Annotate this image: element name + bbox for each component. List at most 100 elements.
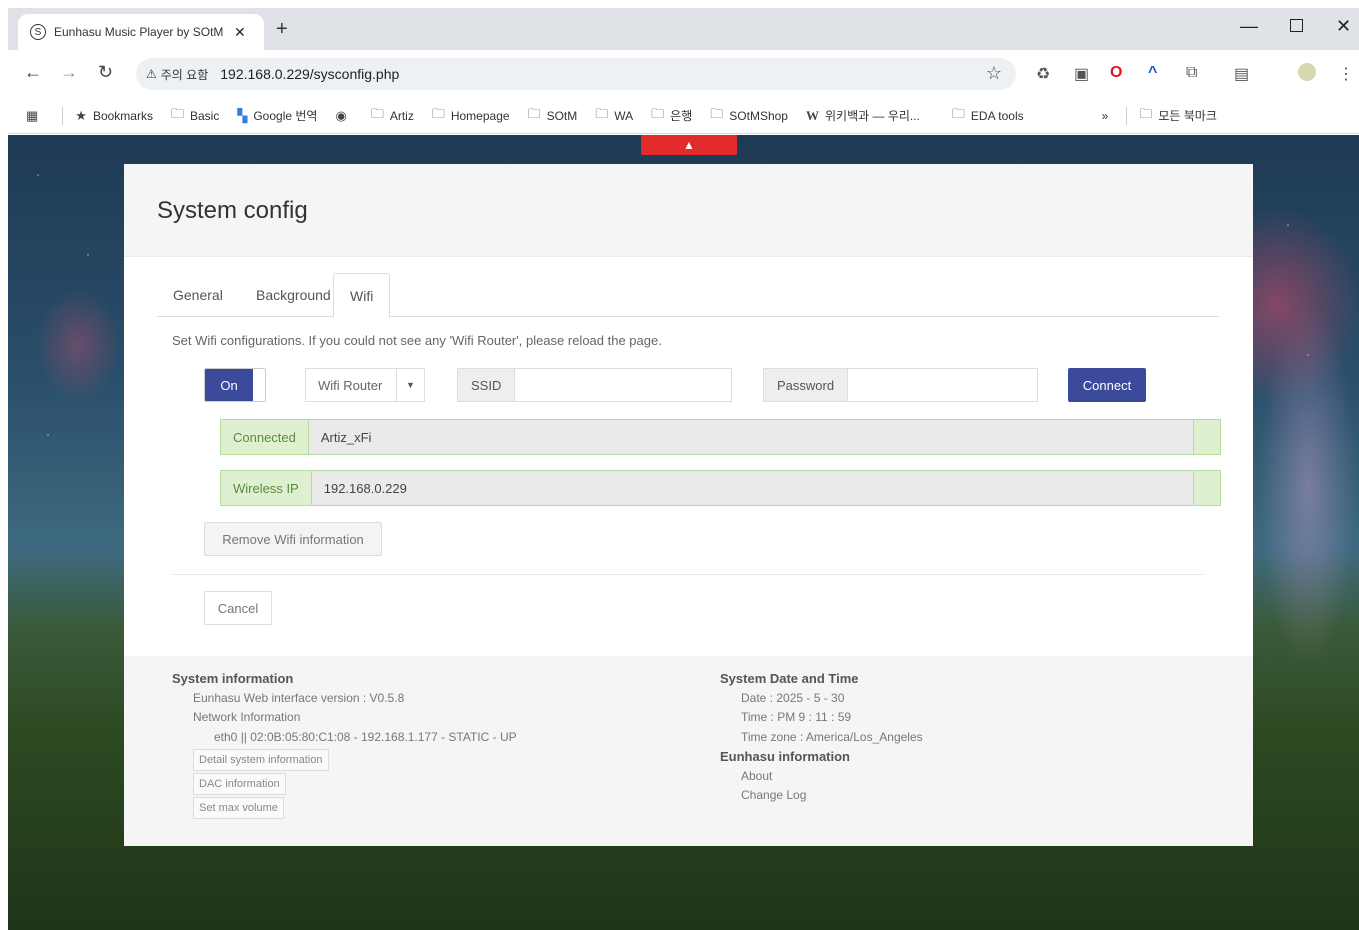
bookmark-item-11[interactable]: 🗀 EDA tools (952, 105, 1024, 127)
system-config-panel: System config General Background Wifi Se… (124, 164, 1253, 846)
url-text[interactable]: 192.168.0.229/sysconfig.php (220, 66, 399, 82)
extensions-puzzle-icon[interactable]: ⧉ (1186, 64, 1197, 82)
bookmark-item-5[interactable]: 🗀 Homepage (432, 105, 510, 127)
bookmark-item-4[interactable]: 🗀 Artiz (371, 105, 414, 127)
reload-icon[interactable]: ↻ (98, 62, 113, 83)
bookmark-item-2[interactable]: ▚ Google 번역 (237, 107, 317, 124)
connected-value: Artiz_xFi (309, 420, 1194, 454)
web-interface-version: Eunhasu Web interface version : V0.5.8 (193, 690, 405, 705)
folder-icon: 🗀 (431, 105, 445, 121)
more-bookmarks-button[interactable]: » (1102, 109, 1109, 123)
eunhasu-information-heading: Eunhasu information (720, 749, 850, 764)
sotm-favicon-icon: S (30, 24, 46, 40)
folder-icon: 🗀 (1139, 105, 1153, 121)
warning-triangle-icon: ⚠ (146, 67, 157, 81)
wifi-on-toggle[interactable]: On (204, 368, 266, 402)
minimize-icon[interactable]: — (1240, 16, 1258, 37)
dac-information-button[interactable]: DAC information (193, 773, 286, 795)
tab-general[interactable]: General (157, 273, 239, 317)
bookmark-item-8[interactable]: 🗀 은행 (651, 105, 692, 127)
ssid-input[interactable] (515, 369, 726, 401)
new-tab-button[interactable]: + (276, 18, 288, 41)
folder-icon: 🗀 (527, 105, 541, 121)
wifi-router-select[interactable]: Wifi Router ▼ (305, 368, 425, 402)
ssid-label: SSID (458, 369, 516, 401)
config-tabs: General Background Wifi (157, 273, 1219, 318)
profile-avatar-icon[interactable] (1298, 63, 1316, 81)
bookmark-item-9[interactable]: 🗀 SOtMShop (710, 105, 788, 127)
bookmarks-separator (62, 106, 64, 125)
close-tab-icon[interactable]: ✕ (234, 24, 246, 41)
folder-icon: 🗀 (170, 105, 184, 121)
screenshot-extension-icon[interactable]: ▣ (1074, 64, 1089, 84)
bookmark-item-6[interactable]: 🗀 SOtM (528, 105, 578, 127)
chevron-up-icon: ▲ (683, 138, 695, 152)
translate-icon: ▚ (237, 107, 248, 123)
folder-icon: 🗀 (595, 105, 609, 121)
password-input[interactable] (848, 369, 1035, 401)
tab-wifi[interactable]: Wifi (333, 273, 391, 318)
apps-grid-icon[interactable]: ▦ (26, 108, 44, 124)
toggle-on-label: On (205, 369, 253, 401)
close-window-icon[interactable]: ✕ (1336, 16, 1351, 37)
recycle-extension-icon[interactable]: ♻ (1036, 64, 1050, 84)
bookmark-item-7[interactable]: 🗀 WA (595, 105, 633, 127)
system-information-heading: System information (172, 671, 294, 686)
ssid-group: SSID (457, 368, 732, 402)
connected-label: Connected (221, 420, 309, 454)
cancel-button[interactable]: Cancel (204, 591, 272, 625)
system-date: Date : 2025 - 5 - 30 (741, 690, 845, 705)
system-information-column: System information Eunhasu Web interface… (172, 669, 517, 819)
bookmarks-bar: ▦ ★ Bookmarks 🗀 Basic ▚ Google 번역 ◉ 🗀 Artiz … (8, 98, 1359, 134)
remove-wifi-button[interactable]: Remove Wifi information (204, 522, 382, 556)
maximize-icon[interactable] (1290, 19, 1303, 32)
system-timezone: Time zone : America/Los_Angeles (741, 729, 923, 744)
navigation-bar: ← → ↻ ⚠ 주의 요함 192.168.0.229/sysconfig.ph… (8, 50, 1359, 98)
bookmark-star-icon[interactable]: ☆ (986, 63, 1002, 84)
system-time: Time : PM 9 : 11 : 59 (741, 710, 852, 724)
connect-button[interactable]: Connect (1068, 368, 1146, 402)
tab-background[interactable]: Background (240, 273, 347, 317)
reading-list-icon[interactable]: ▤ (1234, 64, 1249, 84)
bookmarks-separator (1126, 106, 1128, 125)
folder-icon: 🗀 (710, 105, 724, 121)
tab-title: Eunhasu Music Player by SOtM (54, 25, 224, 39)
star-icon: ★ (75, 107, 87, 123)
forward-icon[interactable]: → (60, 62, 78, 83)
network-line: eth0 || 02:0B:05:80:C1:08 - 192.168.1.17… (214, 729, 517, 744)
detail-system-info-button[interactable]: Detail system information (193, 749, 329, 771)
security-warning[interactable]: ⚠ 주의 요함 (146, 66, 208, 83)
collapse-top-button[interactable]: ▲ (641, 135, 737, 155)
page-title: System config (157, 197, 308, 224)
router-select-value: Wifi Router (318, 377, 383, 393)
menu-dots-icon[interactable]: ⋮ (1338, 64, 1354, 84)
caret-down-icon: ▼ (396, 369, 424, 401)
panel-header: System config (124, 164, 1253, 257)
browser-window: S Eunhasu Music Player by SOtM ✕ + — ✕ ←… (8, 8, 1359, 930)
address-bar[interactable]: ⚠ 주의 요함 192.168.0.229/sysconfig.php ☆ (136, 58, 1016, 90)
globe-icon: ◉ (335, 107, 347, 123)
toggle-off-area (253, 369, 265, 401)
change-log-link[interactable]: Change Log (720, 786, 923, 806)
page-background: ▲ System config General Background Wifi … (8, 135, 1359, 930)
all-bookmarks-button[interactable]: 🗀 모든 북마크 (1139, 105, 1217, 127)
bookmark-item-1[interactable]: 🗀 Basic (171, 105, 219, 127)
about-link[interactable]: About (720, 767, 923, 787)
password-label: Password (764, 369, 849, 401)
connected-status: Connected Artiz_xFi (220, 419, 1221, 455)
folder-icon: 🗀 (951, 105, 965, 121)
bookmark-item-0[interactable]: ★ Bookmarks (75, 108, 153, 124)
bookmark-item-10[interactable]: W 위키백과 — 우리... (806, 107, 920, 124)
folder-icon: 🗀 (370, 105, 384, 121)
wireless-ip-label: Wireless IP (221, 471, 312, 505)
set-max-volume-button[interactable]: Set max volume (193, 797, 284, 819)
date-time-heading: System Date and Time (720, 671, 859, 686)
opera-extension-icon[interactable]: O (1110, 64, 1122, 82)
bookmark-item-3[interactable]: ◉ (335, 108, 352, 124)
arc-extension-icon[interactable]: ^ (1148, 64, 1157, 82)
tab-strip: S Eunhasu Music Player by SOtM ✕ + — ✕ (8, 8, 1359, 50)
browser-tab[interactable]: S Eunhasu Music Player by SOtM ✕ (18, 14, 264, 50)
back-icon[interactable]: ← (24, 62, 42, 83)
password-group: Password (763, 368, 1038, 402)
wifi-hint-text: Set Wifi configurations. If you could no… (172, 333, 662, 348)
